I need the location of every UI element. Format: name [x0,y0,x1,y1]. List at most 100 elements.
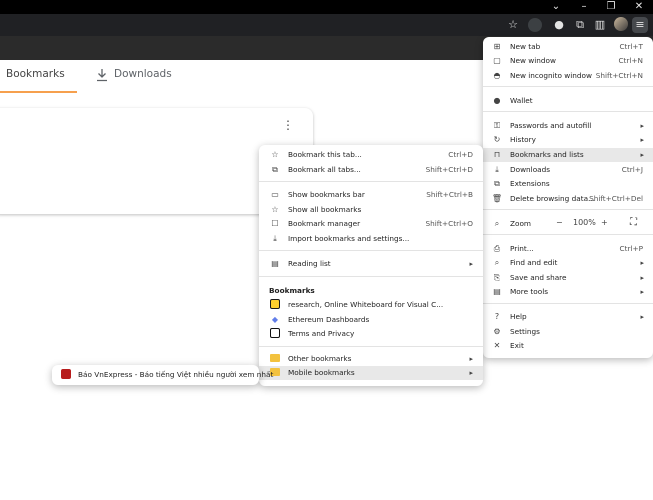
menu-item-show-bar[interactable]: ▭ Show bookmarks bar Shift+Ctrl+B [259,188,483,202]
download-icon: ⤓ [495,165,499,174]
bookmark-item[interactable]: ◆ Ethereum Dashboards [259,313,483,327]
divider [483,234,653,235]
wallet-extension-icon[interactable]: ● [551,17,567,33]
menu-item-import[interactable]: ⤓ Import bookmarks and settings... [259,232,483,246]
menu-item-exit[interactable]: ✕ Exit [483,339,653,353]
bookmark-manager-icon: ☐ [271,219,279,228]
divider [483,303,653,304]
chrome-main-menu: ⊞ New tab Ctrl+T ▢ New window Ctrl+N ◓ N… [483,37,653,358]
kebab-menu-icon[interactable]: ≡ [632,17,648,33]
menu-item-history[interactable]: ↻ History ▸ [483,133,653,147]
mobile-bookmarks-submenu: Báo VnExpress - Báo tiếng Việt nhiều ngư… [52,365,273,385]
mobile-bookmark-item[interactable]: Báo VnExpress - Báo tiếng Việt nhiều ngư… [52,368,273,382]
restore-icon[interactable]: ❐ [605,1,617,13]
fullscreen-icon[interactable]: ⛶ [630,217,637,228]
tab-bookmarks[interactable]: Bookmarks [6,68,65,80]
zoom-out-button[interactable]: − [556,218,563,227]
key-icon: ⚿ [493,121,501,130]
menu-item-help[interactable]: ? Help ▸ [483,310,653,324]
notion-favicon-icon [269,327,281,341]
active-tab-indicator [0,91,77,93]
zoom-icon: ⌕ [494,219,500,228]
download-icon [97,69,107,82]
star-icon: ☆ [271,205,279,214]
chevron-right-icon: ▸ [469,355,473,363]
bookmark-all-icon: ⧉ [272,165,278,174]
star-icon: ☆ [271,150,279,159]
chevron-right-icon: ▸ [469,369,473,377]
shield-extension-icon[interactable] [528,18,542,32]
menu-item-mobile-bookmarks[interactable]: Mobile bookmarks ▸ [259,366,483,380]
menu-item-delete-data[interactable]: 🗑 Delete browsing data... Shift+Ctrl+Del [483,192,653,206]
reading-list-icon: ▤ [271,259,279,268]
toolbox-icon: ▤ [493,287,501,296]
side-panel-icon[interactable]: ▥ [592,17,608,33]
menu-item-reading-list[interactable]: ▤ Reading list ▸ [259,257,483,271]
menu-item-save-share[interactable]: ⎘ Save and share ▸ [483,271,653,285]
avatar[interactable] [614,17,628,31]
new-window-icon: ▢ [493,56,501,65]
miro-favicon-icon [269,298,281,312]
close-icon[interactable]: ✕ [633,1,645,13]
divider [259,250,483,251]
menu-item-bookmarks[interactable]: ⊓ Bookmarks and lists ▸ [483,148,653,162]
wallet-icon: ● [493,96,501,105]
tab-downloads[interactable]: Downloads [114,68,172,80]
chevron-right-icon: ▸ [640,136,644,144]
ethereum-icon: ◆ [271,315,279,324]
find-icon: ⌕ [494,258,500,267]
zoom-level: 100% [573,218,596,227]
minimize-icon[interactable]: – [578,1,590,13]
menu-item-bookmark-all[interactable]: ⧉ Bookmark all tabs... Shift+Ctrl+D [259,163,483,177]
printer-icon: ⎙ [493,244,501,253]
bookmarks-submenu: ☆ Bookmark this tab... Ctrl+D ⧉ Bookmark… [259,145,483,386]
menu-item-new-tab[interactable]: ⊞ New tab Ctrl+T [483,40,653,54]
menu-item-more-tools[interactable]: ▤ More tools ▸ [483,285,653,299]
chevron-right-icon: ▸ [640,274,644,282]
trash-icon: 🗑 [491,194,503,203]
incognito-icon: ◓ [493,71,501,80]
menu-item-print[interactable]: ⎙ Print... Ctrl+P [483,242,653,256]
menu-item-zoom: ⌕ Zoom [483,217,653,231]
menu-item-bookmark-tab[interactable]: ☆ Bookmark this tab... Ctrl+D [259,148,483,162]
divider [483,86,653,87]
menu-item-new-incognito[interactable]: ◓ New incognito window Shift+Ctrl+N [483,69,653,83]
divider [483,111,653,112]
puzzle-icon: ⧉ [494,179,500,188]
import-icon: ⤓ [273,234,277,243]
share-icon: ⎘ [493,273,501,282]
bookmark-icon: ⊓ [493,150,501,159]
menu-item-extensions[interactable]: ⧉ Extensions [483,177,653,191]
vnexpress-favicon-icon [60,368,72,382]
menu-item-settings[interactable]: ⚙ Settings [483,325,653,339]
bookmark-item[interactable]: Terms and Privacy [259,327,483,341]
chevron-right-icon: ▸ [640,259,644,267]
menu-item-show-all[interactable]: ☆ Show all bookmarks [259,203,483,217]
gear-icon: ⚙ [493,327,501,336]
folder-icon [269,352,281,366]
menu-item-new-window[interactable]: ▢ New window Ctrl+N [483,54,653,68]
bookmark-item[interactable]: research, Online Whiteboard for Visual C… [259,298,483,312]
chevron-right-icon: ▸ [640,122,644,130]
puzzle-icon[interactable]: ⧉ [572,17,588,33]
history-icon: ↻ [493,135,501,144]
chevron-right-icon: ▸ [469,260,473,268]
exit-icon: ✕ [493,341,501,350]
star-icon[interactable]: ☆ [505,17,521,33]
menu-item-manager[interactable]: ☐ Bookmark manager Shift+Ctrl+O [259,217,483,231]
zoom-in-button[interactable]: + [601,218,608,227]
help-icon: ? [494,312,500,321]
bookmark-bar-icon: ▭ [271,190,279,199]
divider [259,181,483,182]
menu-item-passwords[interactable]: ⚿ Passwords and autofill ▸ [483,119,653,133]
chevron-right-icon: ▸ [640,313,644,321]
menu-item-other-bookmarks[interactable]: Other bookmarks ▸ [259,352,483,366]
more-options-icon[interactable]: ⋮ [282,118,294,132]
divider [259,346,483,347]
divider [259,276,483,277]
menu-item-wallet[interactable]: ● Wallet [483,94,653,108]
menu-item-find-edit[interactable]: ⌕ Find and edit ▸ [483,256,653,270]
chevron-right-icon: ▸ [640,288,644,296]
menu-item-downloads[interactable]: ⤓ Downloads Ctrl+J [483,163,653,177]
chevron-down-icon[interactable]: ⌄ [550,1,562,13]
